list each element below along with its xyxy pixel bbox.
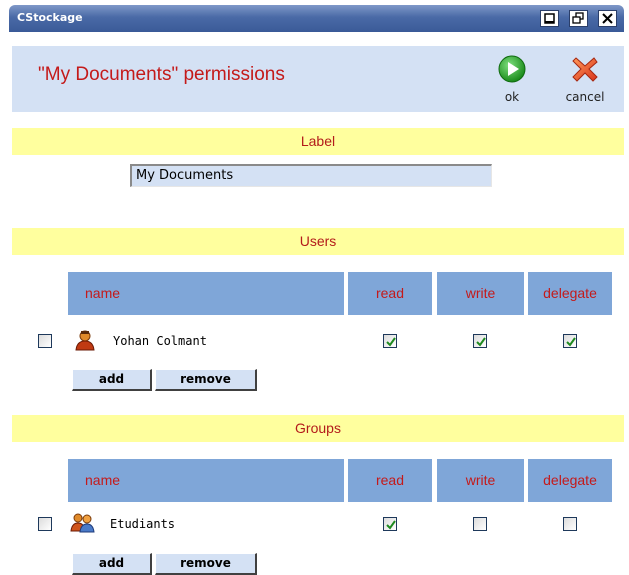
groups-delegate-checkbox[interactable] — [563, 517, 577, 531]
cancel-label: cancel — [565, 90, 605, 104]
user-name: Yohan Colmant — [113, 334, 207, 348]
minimize-icon — [544, 13, 555, 24]
restore-icon — [572, 12, 584, 24]
users-col-name: name — [68, 272, 344, 315]
groups-read-checkbox[interactable] — [383, 517, 397, 531]
users-remove-button[interactable]: remove — [155, 369, 257, 391]
user-icon — [75, 330, 95, 351]
groups-col-write: write — [437, 459, 524, 502]
users-write-checkbox[interactable] — [473, 334, 487, 348]
ok-button[interactable]: ok — [492, 54, 532, 104]
page-title: "My Documents" permissions — [38, 64, 285, 85]
groups-col-name: name — [68, 459, 344, 502]
users-col-read: read — [348, 272, 432, 315]
check-icon — [476, 337, 486, 347]
window-title: CStockage — [17, 11, 83, 24]
cancel-button[interactable]: cancel — [560, 54, 610, 104]
window-titlebar: CStockage — [9, 5, 624, 32]
users-add-button[interactable]: add — [72, 369, 152, 391]
groups-section-heading: Groups — [12, 415, 624, 442]
users-row-select-checkbox[interactable] — [38, 334, 52, 348]
maximize-button[interactable] — [569, 10, 588, 27]
users-col-write: write — [437, 272, 524, 315]
close-icon — [602, 13, 613, 24]
users-read-checkbox[interactable] — [383, 334, 397, 348]
label-input[interactable]: My Documents — [130, 164, 492, 187]
label-section-heading: Label — [12, 128, 624, 155]
groups-col-delegate: delegate — [528, 459, 612, 502]
close-button[interactable] — [598, 10, 617, 27]
minimize-button[interactable] — [540, 10, 559, 27]
groups-row-select-checkbox[interactable] — [38, 517, 52, 531]
check-icon — [566, 337, 576, 347]
group-icon — [70, 513, 95, 533]
users-delegate-checkbox[interactable] — [563, 334, 577, 348]
groups-col-read: read — [348, 459, 432, 502]
users-section-heading: Users — [12, 228, 624, 255]
users-col-delegate: delegate — [528, 272, 612, 315]
group-name: Etudiants — [110, 517, 176, 531]
cancel-x-icon — [572, 57, 598, 82]
ok-label: ok — [504, 90, 520, 104]
ok-play-icon — [498, 55, 526, 83]
permissions-header: "My Documents" permissions ok cancel — [12, 46, 624, 112]
check-icon — [386, 337, 396, 347]
groups-write-checkbox[interactable] — [473, 517, 487, 531]
check-icon — [386, 520, 396, 530]
